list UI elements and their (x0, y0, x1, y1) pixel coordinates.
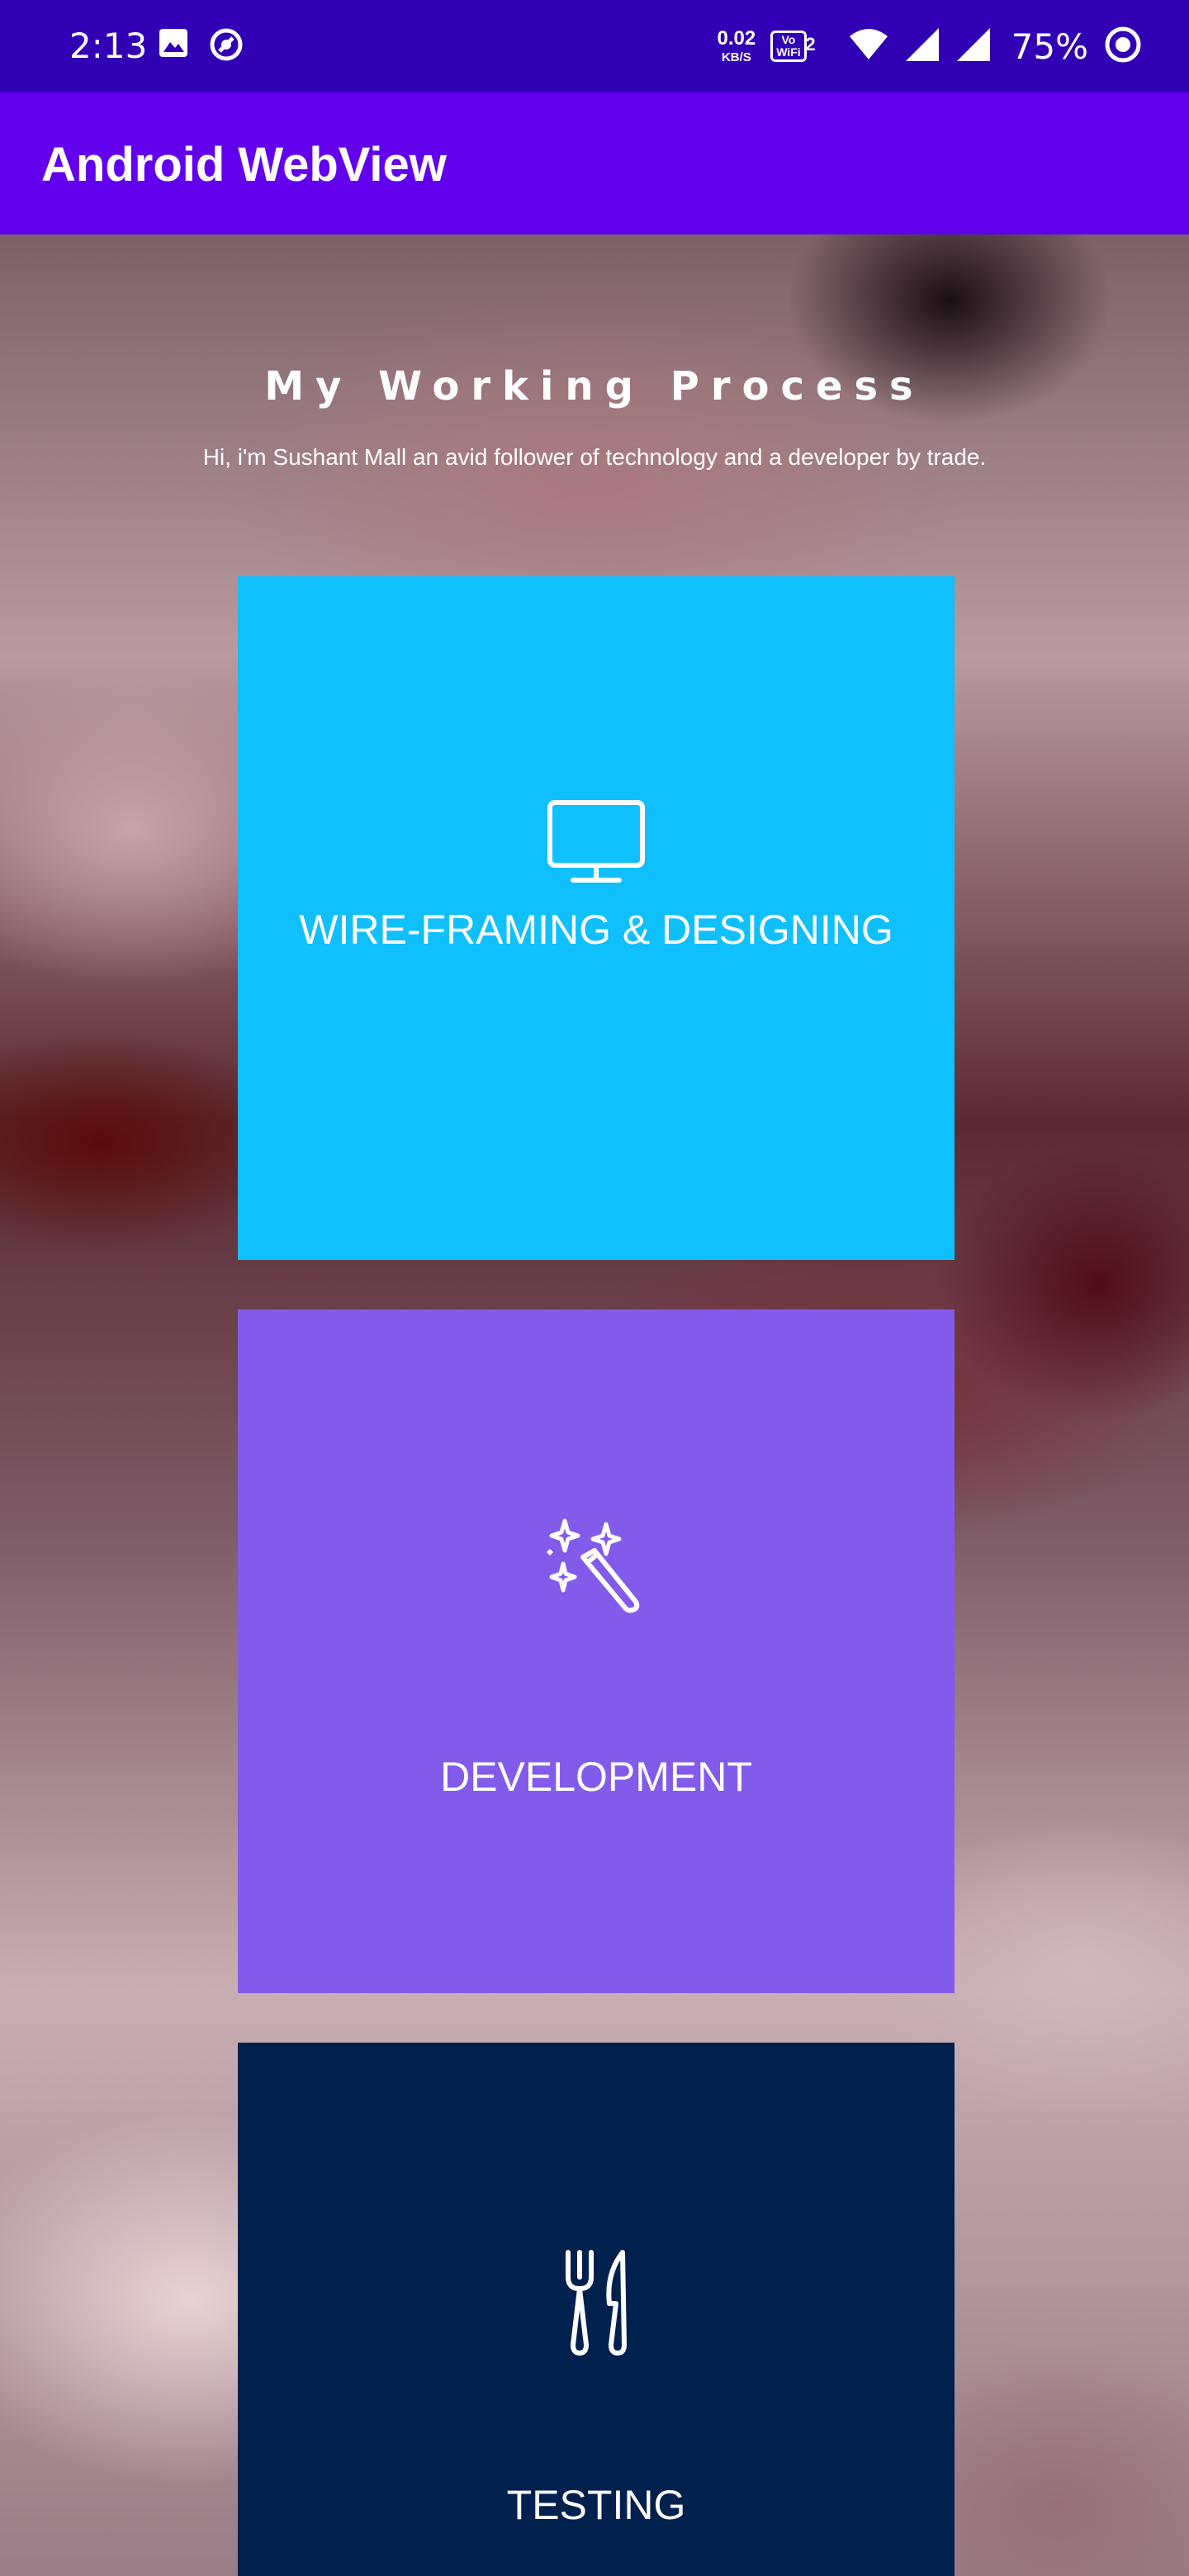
fork-knife-icon (238, 2249, 955, 2356)
app-bar: Android WebView (0, 92, 1189, 234)
signal-icon (904, 26, 940, 67)
card-testing[interactable]: TESTING (238, 2043, 955, 2576)
status-bar: 2:13 0.02 KB/S Vo WiFi 2 75% (0, 0, 1189, 92)
signal-icon (955, 26, 992, 67)
app-title: Android WebView (41, 138, 447, 192)
page-subtitle: Hi, i'm Sushant Mall an avid follower of… (202, 444, 987, 470)
monitor-icon (238, 799, 955, 885)
net-speed: 0.02 KB/S (717, 27, 756, 64)
card-label: DEVELOPMENT (440, 1754, 752, 1800)
card-development[interactable]: DEVELOPMENT (238, 1309, 955, 1993)
magic-wand-icon (238, 1516, 955, 1618)
card-label: TESTING (506, 2482, 686, 2528)
image-icon (157, 26, 190, 67)
wifi-icon (848, 28, 889, 65)
status-time: 2:13 (69, 26, 148, 66)
card-label: WIRE-FRAMING & DESIGNING (299, 907, 893, 953)
battery-percent: 75% (1011, 26, 1088, 67)
webview-content[interactable]: My Working Process Hi, i'm Sushant Mall … (0, 234, 1189, 2576)
battery-icon (1103, 25, 1143, 69)
card-wireframing[interactable]: WIRE-FRAMING & DESIGNING (238, 576, 955, 1260)
sync-icon (208, 26, 244, 67)
page-heading: My Working Process (264, 363, 925, 410)
vowifi-badge: Vo WiFi 2 (770, 31, 816, 62)
